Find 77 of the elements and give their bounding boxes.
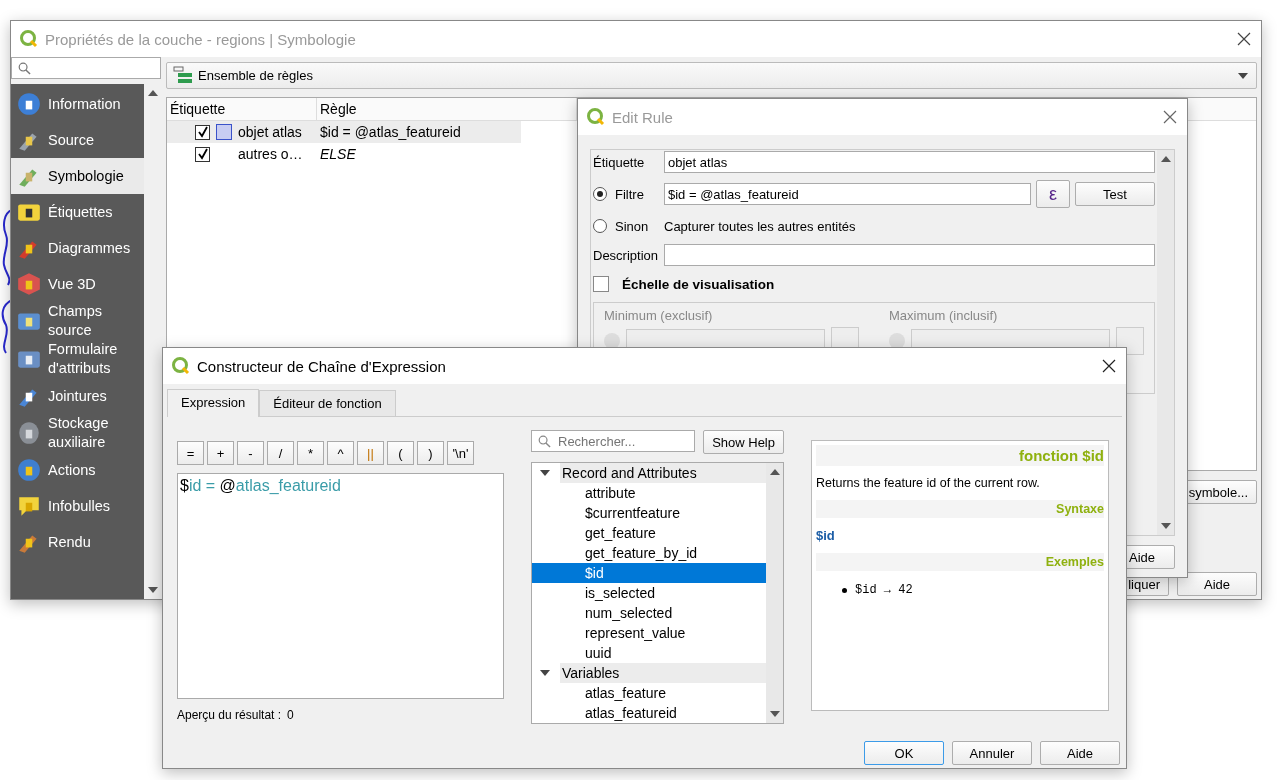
renderer-dropdown[interactable]: Ensemble de règles [166,62,1257,89]
sidebar-item[interactable]: Actions [11,452,144,488]
rule-label: objet atlas [238,124,302,140]
rule-expression: ELSE [319,145,357,164]
tree-group[interactable]: Record and Attributes [560,463,766,483]
help-heading: Syntaxe [816,500,1104,518]
sidebar-item[interactable]: Source [11,122,144,158]
tree-item[interactable]: $currentfeature [532,503,766,523]
radio-label: Sinon [615,218,649,234]
sidebar-item[interactable]: Jointures [11,378,144,414]
field-label: Description [593,247,659,263]
column-header[interactable]: Étiquette [167,98,317,120]
sidebar-item[interactable]: Stockage auxiliaire [11,414,144,452]
filter-field[interactable]: $id = @atlas_featureid [664,183,1031,205]
tree-item[interactable]: atlas_feature [532,683,766,703]
tree-item[interactable]: num_selected [532,603,766,623]
sidebar-item[interactable]: Champs source [11,302,144,340]
operator-button[interactable]: * [297,441,324,465]
dialog-button[interactable]: Aide [1040,741,1120,765]
expression-text: $id = @atlas_featureid [180,477,341,494]
help-heading: fonction $id [816,445,1104,466]
tree-item[interactable]: attribute [532,483,766,503]
operator-button[interactable]: = [177,441,204,465]
radio-label: Filtre [615,186,644,202]
rule-expression: $id = @atlas_featureid [317,121,521,143]
tab[interactable]: Expression [167,389,260,417]
expression-button[interactable]: ε [1036,180,1070,208]
operator-button[interactable]: / [267,441,294,465]
sidebar-item[interactable]: Vue 3D [11,266,144,302]
syntax-text: $id [816,528,836,543]
field-label: Maximum (inclusif) [889,308,999,323]
tree-item[interactable]: $id [532,563,766,583]
sidebar-item[interactable]: Information [11,86,144,122]
rule-row[interactable]: objet atlas $id = @atlas_featureid [167,121,521,143]
search-field[interactable]: Rechercher... [531,430,696,452]
operator-button[interactable]: + [207,441,234,465]
rule-label: autres o… [238,146,303,162]
preview-label: Aperçu du résultat : [177,708,282,722]
tree-item[interactable]: represent_value [532,623,766,643]
group-title: Échelle de visualisation [622,276,775,292]
rule-row[interactable]: autres o… ELSE [167,143,521,165]
expression-editor[interactable]: $id = @atlas_featureid [177,473,504,699]
dialog-button[interactable]: OK [864,741,944,765]
sidebar-item[interactable]: Symbologie [11,158,144,194]
tree-item[interactable]: get_feature_by_id [532,543,766,563]
sidebar-item[interactable]: Diagrammes [11,230,144,266]
tree-item[interactable]: uuid [532,643,766,663]
operator-button[interactable]: || [357,441,384,465]
show-help-button[interactable]: Show Help [703,430,784,454]
help-heading: Exemples [816,553,1104,571]
else-description: Capturer toutes les autres entités [664,218,856,234]
window-title: Edit Rule [612,108,674,126]
sidebar-item[interactable]: Formulaire d'attributs [11,340,144,378]
operator-button[interactable]: ) [417,441,444,465]
window-title: Propriétés de la couche - regions | Symbologie [45,30,357,48]
sidebar-item[interactable]: Étiquettes [11,194,144,230]
label-field[interactable]: objet atlas [664,151,1155,173]
dialog-button[interactable]: Annuler [952,741,1032,765]
example-text: $id → 42 [855,583,913,597]
sidebar-item[interactable]: Rendu [11,524,144,560]
tree-item[interactable]: get_feature [532,523,766,543]
operator-button[interactable]: - [237,441,264,465]
operator-button[interactable]: ^ [327,441,354,465]
test-button[interactable]: Test [1075,182,1155,206]
tree-item[interactable]: is_selected [532,583,766,603]
tab[interactable]: Éditeur de fonction [259,390,396,416]
field-label: Minimum (exclusif) [604,308,714,323]
preview-value: 0 [287,708,294,722]
operator-button[interactable]: ( [387,441,414,465]
field-label: Étiquette [593,154,646,170]
tree-group[interactable]: Variables [560,663,766,683]
help-button[interactable]: Aide [1177,572,1257,596]
sidebar-item[interactable]: Infobulles [11,488,144,524]
tree-item[interactable]: atlas_featureid [532,703,766,723]
window-title: Constructeur de Chaîne d'Expression [197,357,447,375]
operator-button[interactable]: '\n' [447,441,474,465]
help-description: Returns the feature id of the current row. [816,476,1041,490]
